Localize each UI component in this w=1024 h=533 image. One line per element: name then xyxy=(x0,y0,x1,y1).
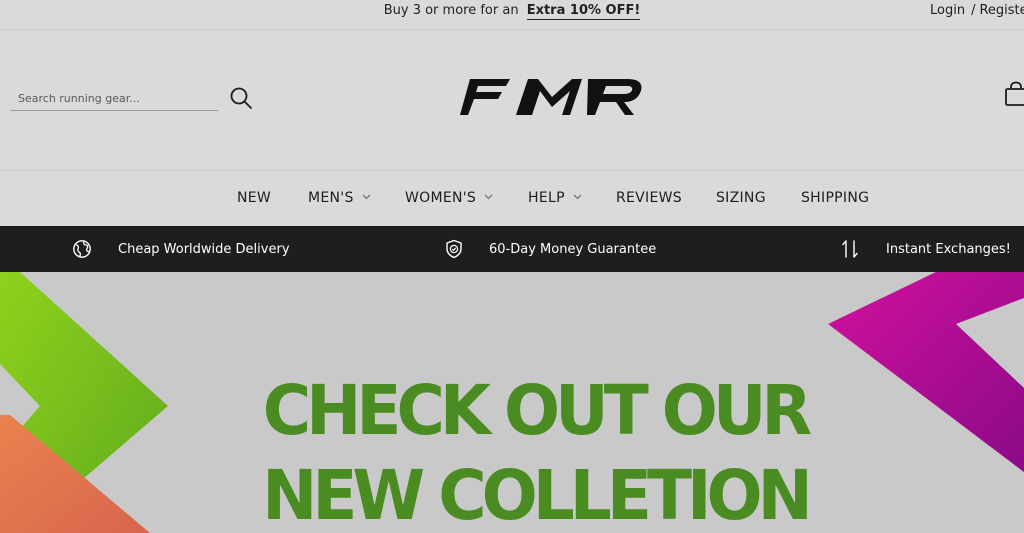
trust-label: Cheap Worldwide Delivery xyxy=(118,241,290,257)
nav-item-reviews[interactable]: REVIEWS xyxy=(616,190,682,206)
nav-label: MEN'S xyxy=(308,190,354,206)
announcement-text-wrap: Buy 3 or more for an Extra 10% OFF! xyxy=(0,3,1024,20)
search-icon xyxy=(230,87,252,109)
search-input[interactable] xyxy=(10,87,218,110)
chevron-down-icon xyxy=(573,188,582,204)
nav-item-help[interactable]: HELP xyxy=(528,190,582,206)
exchange-arrows-icon xyxy=(842,240,858,258)
hero-headline-line1: CHECK OUT OUR xyxy=(262,370,813,451)
trust-bar: Cheap Worldwide Delivery 60-Day Money Gu… xyxy=(0,226,1024,272)
announcement-bar: Buy 3 or more for an Extra 10% OFF! Logi… xyxy=(0,0,1024,30)
shopping-bag-icon xyxy=(1005,81,1024,106)
trust-item-delivery: Cheap Worldwide Delivery xyxy=(72,226,290,272)
nav-label: HELP xyxy=(528,190,565,206)
trust-item-guarantee: 60-Day Money Guarantee xyxy=(445,226,656,272)
nav-label: REVIEWS xyxy=(616,190,682,206)
search-button[interactable] xyxy=(228,85,254,111)
main-nav: NEW MEN'S WOMEN'S HELP REVIEWS SIZING SH… xyxy=(0,172,1024,226)
nav-item-womens[interactable]: WOMEN'S xyxy=(405,190,493,206)
hero-headline-line2: NEW COLLETION xyxy=(262,455,813,533)
nav-label: SHIPPING xyxy=(801,190,870,206)
nav-label: WOMEN'S xyxy=(405,190,477,206)
promo-link[interactable]: Extra 10% OFF! xyxy=(526,3,641,20)
search-field-wrap xyxy=(10,87,218,111)
register-link[interactable]: Register xyxy=(979,3,1024,18)
nav-label: NEW xyxy=(237,190,272,206)
chevron-down-icon xyxy=(362,188,371,204)
login-link[interactable]: Login xyxy=(930,3,965,18)
announcement-text: Buy 3 or more for an xyxy=(383,3,519,18)
nav-label: SIZING xyxy=(716,190,766,206)
trust-item-exchanges: Instant Exchanges! xyxy=(840,226,1011,272)
logo-graphic xyxy=(460,79,642,115)
globe-icon xyxy=(73,240,91,258)
nav-item-new[interactable]: NEW xyxy=(237,190,271,206)
site-header xyxy=(0,31,1024,171)
nav-item-shipping[interactable]: SHIPPING xyxy=(801,190,869,206)
fmr-logo[interactable] xyxy=(460,75,644,117)
trust-label: 60-Day Money Guarantee xyxy=(489,241,657,257)
shield-check-icon xyxy=(446,239,462,259)
cart-button[interactable] xyxy=(1004,81,1024,107)
hero-banner[interactable]: CHECK OUT OUR NEW COLLETION xyxy=(0,272,1024,533)
trust-label: Instant Exchanges! xyxy=(886,241,1011,257)
chevron-down-icon xyxy=(484,188,493,204)
nav-item-mens[interactable]: MEN'S xyxy=(308,190,371,206)
nav-item-sizing[interactable]: SIZING xyxy=(716,190,766,206)
account-links: Login /Register xyxy=(930,3,1024,18)
account-separator: / xyxy=(971,3,976,18)
